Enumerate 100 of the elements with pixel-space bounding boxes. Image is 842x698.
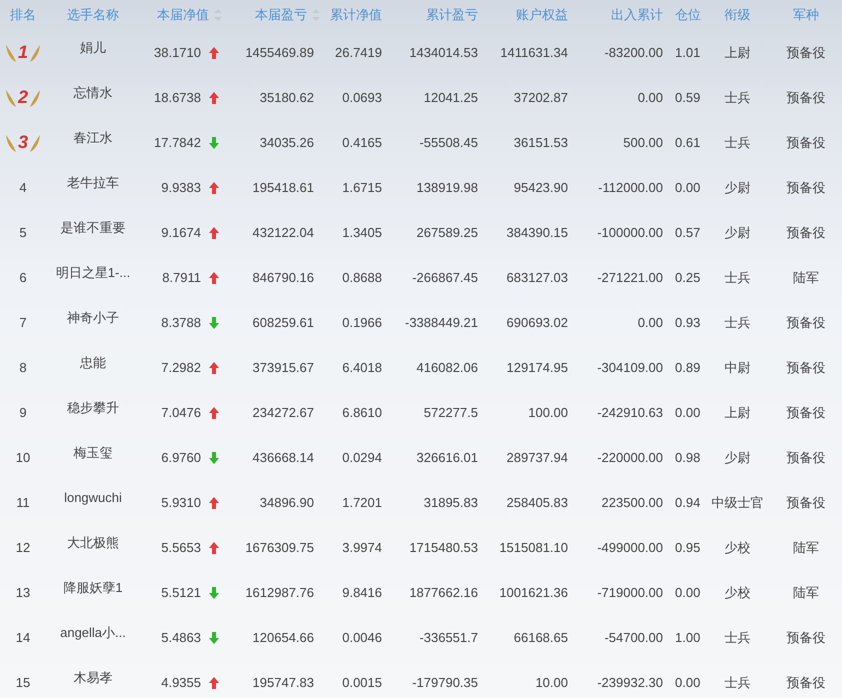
table-cell: -239932.30	[597, 675, 663, 690]
table-cell: 0.8688	[342, 270, 382, 285]
player-name[interactable]: 忘情水	[74, 84, 112, 102]
table-cell: 120654.66	[252, 630, 314, 645]
player-name[interactable]: 明日之星1-...	[56, 264, 130, 282]
table-cell: 预备役	[786, 314, 826, 332]
table-cell: 0.0294	[342, 450, 382, 465]
column-header: 出入累计	[611, 6, 663, 24]
table-cell: -336551.7	[419, 630, 478, 645]
table-cell: 432122.04	[252, 225, 314, 240]
column-header: 排名	[10, 6, 36, 24]
table-cell: 少校	[724, 538, 750, 556]
table-cell: 12041.25	[424, 90, 478, 105]
table-cell: 95423.90	[514, 180, 568, 195]
table-cell: 258405.83	[506, 495, 568, 510]
player-name[interactable]: 娟儿	[80, 38, 106, 56]
player-name[interactable]: angella小...	[60, 624, 126, 642]
player-name[interactable]: 大北极熊	[67, 534, 119, 552]
table-cell: 17.7842	[154, 135, 201, 150]
rank-number: 11	[16, 495, 30, 510]
table-cell: 0.0046	[342, 630, 382, 645]
table-cell: 预备役	[786, 674, 826, 692]
table-cell: 0.94	[675, 495, 700, 510]
table-cell: 608259.61	[252, 315, 314, 330]
table-cell: 690693.02	[506, 315, 568, 330]
table-cell: 289737.94	[506, 450, 568, 465]
table-cell: 5.5121	[161, 585, 201, 600]
table-cell: -304109.00	[597, 360, 663, 375]
table-cell: 0.0693	[342, 90, 382, 105]
laurel-icon	[4, 88, 17, 108]
player-name[interactable]: 神奇小子	[67, 308, 119, 326]
laurel-icon	[4, 42, 17, 62]
table-cell: 预备役	[786, 88, 826, 106]
table-cell: -83200.00	[604, 45, 663, 60]
table-cell: 0.00	[675, 180, 700, 195]
table-cell: 384390.15	[506, 225, 568, 240]
table-cell: 1001621.36	[499, 585, 568, 600]
player-name[interactable]: 稳步攀升	[67, 398, 119, 416]
player-name[interactable]: 梅玉玺	[74, 444, 112, 462]
table-cell: 31895.83	[424, 495, 478, 510]
rank-number: 13	[16, 585, 30, 600]
table-cell: 1.6715	[342, 180, 382, 195]
table-cell: -719000.00	[597, 585, 663, 600]
table-cell: 预备役	[786, 224, 826, 242]
table-cell: 0.95	[675, 540, 700, 555]
table-cell: 1455469.89	[245, 45, 314, 60]
table-cell: 少尉	[724, 224, 750, 242]
player-name[interactable]: 木易孝	[74, 668, 112, 686]
table-cell: 0.59	[675, 90, 700, 105]
column-header: 仓位	[675, 6, 701, 24]
table-cell: -220000.00	[597, 450, 663, 465]
table-cell: 0.00	[675, 675, 700, 690]
player-name[interactable]: 是谁不重要	[60, 218, 126, 236]
table-cell: 66168.65	[514, 630, 568, 645]
table-cell: 6.8610	[342, 405, 382, 420]
table-cell: 士兵	[724, 88, 750, 106]
table-cell: 士兵	[724, 134, 750, 152]
table-cell: 陆军	[793, 268, 819, 286]
column-header: 选手名称	[67, 6, 119, 24]
column-header: 累计盈亏	[426, 6, 478, 24]
table-cell: 1.7201	[342, 495, 382, 510]
table-cell: 0.00	[675, 585, 700, 600]
player-name[interactable]: 忠能	[80, 354, 106, 372]
rank-number: 1	[18, 42, 28, 63]
table-cell: 100.00	[528, 405, 568, 420]
table-cell: 26.7419	[335, 45, 382, 60]
rank-number: 7	[19, 315, 27, 330]
table-cell: 18.6738	[154, 90, 201, 105]
table-cell: 7.0476	[161, 405, 201, 420]
table-cell: 预备役	[786, 44, 826, 62]
table-cell: 436668.14	[252, 450, 314, 465]
player-name[interactable]: 春江水	[74, 128, 112, 146]
table-cell: 1515081.10	[499, 540, 568, 555]
table-cell: 846790.16	[252, 270, 314, 285]
player-name[interactable]: 老牛拉车	[67, 174, 119, 192]
table-cell: 4.9355	[161, 675, 201, 690]
table-cell: 0.1966	[342, 315, 382, 330]
table-cell: 9.9383	[161, 180, 201, 195]
table-cell: 0.0015	[342, 675, 382, 690]
rank-number: 6	[19, 270, 27, 285]
table-cell: 士兵	[724, 674, 750, 692]
table-cell: -179790.35	[412, 675, 478, 690]
table-cell: 34035.26	[260, 135, 314, 150]
player-name[interactable]: longwuchi	[64, 490, 122, 505]
player-name[interactable]: 降服妖孽1	[63, 578, 123, 596]
table-cell: 34896.90	[260, 495, 314, 510]
table-cell: 9.8416	[342, 585, 382, 600]
table-cell: 0.00	[638, 90, 663, 105]
rank-number: 9	[19, 405, 27, 420]
table-cell: 683127.03	[506, 270, 568, 285]
table-cell: 预备役	[786, 134, 826, 152]
table-cell: 少尉	[724, 178, 750, 196]
table-cell: 8.7911	[162, 270, 201, 285]
table-cell: 9.1674	[161, 225, 201, 240]
table-cell: 326616.01	[416, 450, 478, 465]
table-cell: 129174.95	[506, 360, 568, 375]
table-cell: 0.89	[675, 360, 700, 375]
column-header: 衔级	[724, 6, 750, 24]
rank-number: 8	[19, 360, 27, 375]
column-header: 军种	[793, 6, 819, 24]
